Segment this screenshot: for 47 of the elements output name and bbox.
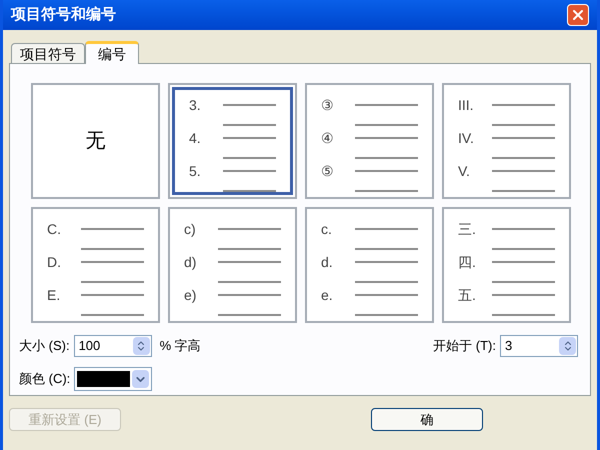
numbering-option[interactable]: c) d) e) <box>168 207 297 323</box>
list-marker: 3. <box>189 96 202 114</box>
list-marker: c. <box>321 220 333 238</box>
window-title: 项目符号和编号 <box>11 4 116 25</box>
close-button[interactable] <box>567 4 589 26</box>
list-marker: 三. <box>458 220 477 238</box>
numbering-option[interactable]: 三. 四. 五. <box>442 207 571 323</box>
start-label: 开始于 (T): <box>433 337 496 356</box>
list-marker: D. <box>47 252 62 272</box>
close-icon <box>570 7 586 23</box>
number-field[interactable]: 3 <box>500 335 578 357</box>
list-marker: ⑤ <box>321 162 335 180</box>
tab[interactable]: 编号 <box>85 41 139 64</box>
number-field[interactable]: 100 <box>74 335 152 357</box>
list-marker: e) <box>184 286 198 305</box>
list-marker: ④ <box>321 128 335 148</box>
list-marker: ③ <box>321 96 335 114</box>
spin-button[interactable] <box>132 337 150 355</box>
numbering-option[interactable]: III. IV. V. <box>442 83 571 199</box>
list-marker: C. <box>47 220 62 238</box>
list-marker: IV. <box>458 128 475 148</box>
field-value: 3 <box>505 337 514 356</box>
list-marker: 五. <box>458 286 477 304</box>
unit-label: % 字高 <box>160 337 201 356</box>
numbering-option[interactable]: C. D. E. <box>31 207 160 323</box>
list-marker: 5. <box>189 162 202 180</box>
list-marker: E. <box>47 286 62 304</box>
field-value: 100 <box>78 337 102 356</box>
numbering-option[interactable]: c. d. e. <box>305 207 434 323</box>
list-marker: e. <box>321 286 334 304</box>
color-label: 颜色 (C): <box>19 370 70 388</box>
numbering-option[interactable]: 3. 4. 5. <box>168 83 297 199</box>
list-marker: 4. <box>189 128 202 148</box>
list-marker: 四. <box>458 252 477 272</box>
list-marker: d) <box>184 252 198 272</box>
spin-button[interactable] <box>559 337 576 355</box>
list-marker: c) <box>184 220 197 239</box>
dialog-button[interactable]: 确 <box>371 408 483 431</box>
list-marker: d. <box>321 252 334 272</box>
color-dropdown[interactable] <box>74 367 152 391</box>
list-marker: III. <box>458 96 475 114</box>
size-label: 大小 (S): <box>19 337 70 356</box>
list-marker: V. <box>458 162 471 180</box>
none-label: 无 <box>84 129 106 154</box>
tab[interactable]: 项目符号 <box>11 43 85 63</box>
numbering-option[interactable]: 无 <box>31 83 160 199</box>
numbering-option[interactable]: ③ ④ ⑤ <box>305 83 434 199</box>
